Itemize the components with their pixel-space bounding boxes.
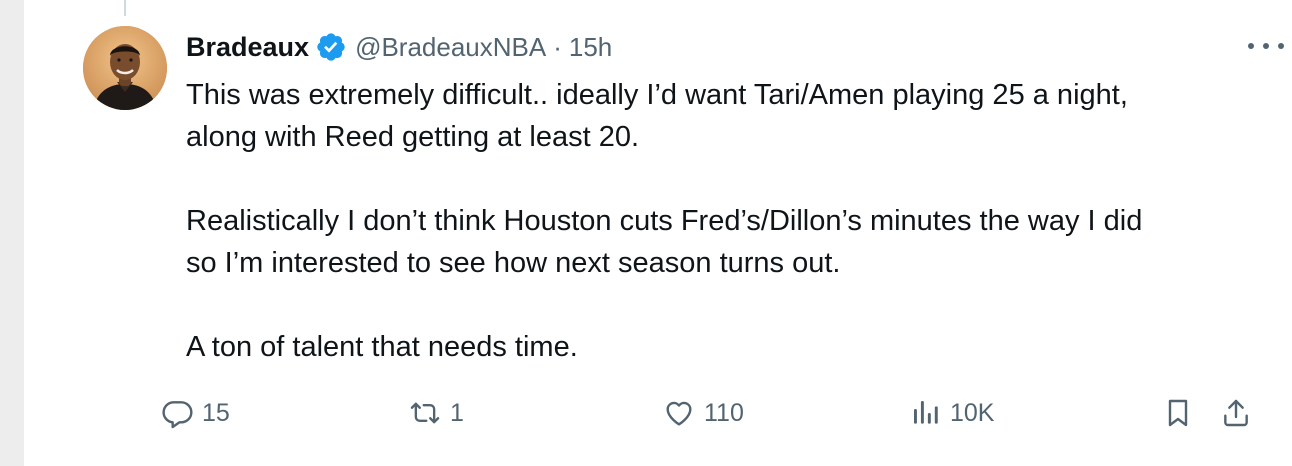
tweet-paragraph: Realistically I don’t think Houston cuts… xyxy=(186,200,1292,284)
views-button[interactable]: 10K xyxy=(910,392,994,434)
verified-badge-icon xyxy=(315,31,347,63)
bookmark-button[interactable] xyxy=(1162,392,1194,434)
heart-icon xyxy=(666,401,692,426)
share-button[interactable] xyxy=(1220,392,1252,434)
views-icon xyxy=(914,401,938,424)
share-icon xyxy=(1224,399,1248,427)
avatar-image xyxy=(83,26,167,110)
repost-icon xyxy=(410,402,440,424)
repost-count: 1 xyxy=(450,398,464,427)
tweet-line: Realistically I don’t think Houston cuts… xyxy=(186,205,1143,237)
timestamp[interactable]: 15h xyxy=(569,32,612,63)
more-dot xyxy=(1278,43,1284,49)
action-bar: 15 1 110 10K xyxy=(24,392,1292,434)
display-name[interactable]: Bradeaux xyxy=(186,32,309,63)
view-count: 10K xyxy=(950,398,995,427)
tweet-line: This was extremely difficult.. ideally I… xyxy=(186,79,1128,111)
tweet-paragraph: A ton of talent that needs time. xyxy=(186,326,1292,368)
like-button[interactable]: 110 xyxy=(662,392,744,434)
reply-button[interactable]: 15 xyxy=(162,392,230,434)
tweet-paragraph: This was extremely difficult.. ideally I… xyxy=(186,74,1292,158)
reply-icon xyxy=(162,401,193,429)
reply-count: 15 xyxy=(202,398,230,427)
like-count: 110 xyxy=(704,398,744,427)
more-dot xyxy=(1248,43,1254,49)
header-separator: · xyxy=(553,31,562,62)
repost-button[interactable]: 1 xyxy=(408,392,464,434)
tweet-line: so I’m interested to see how next season… xyxy=(186,247,841,279)
user-handle[interactable]: @BradeauxNBA xyxy=(355,32,546,63)
tweet-line: along with Reed getting at least 20. xyxy=(186,121,640,153)
more-dot xyxy=(1263,43,1269,49)
more-horizontal-icon[interactable] xyxy=(1248,36,1284,56)
bookmark-icon xyxy=(1168,399,1188,427)
avatar[interactable] xyxy=(83,26,167,110)
tweet-header: Bradeaux @BradeauxNBA · 15h xyxy=(186,27,612,67)
tweet-line: A ton of talent that needs time. xyxy=(186,331,578,363)
tweet-card[interactable]: Bradeaux @BradeauxNBA · 15h This was ext… xyxy=(24,0,1292,466)
tweet-text: This was extremely difficult.. ideally I… xyxy=(186,74,1292,368)
thread-connector-line xyxy=(124,0,126,16)
